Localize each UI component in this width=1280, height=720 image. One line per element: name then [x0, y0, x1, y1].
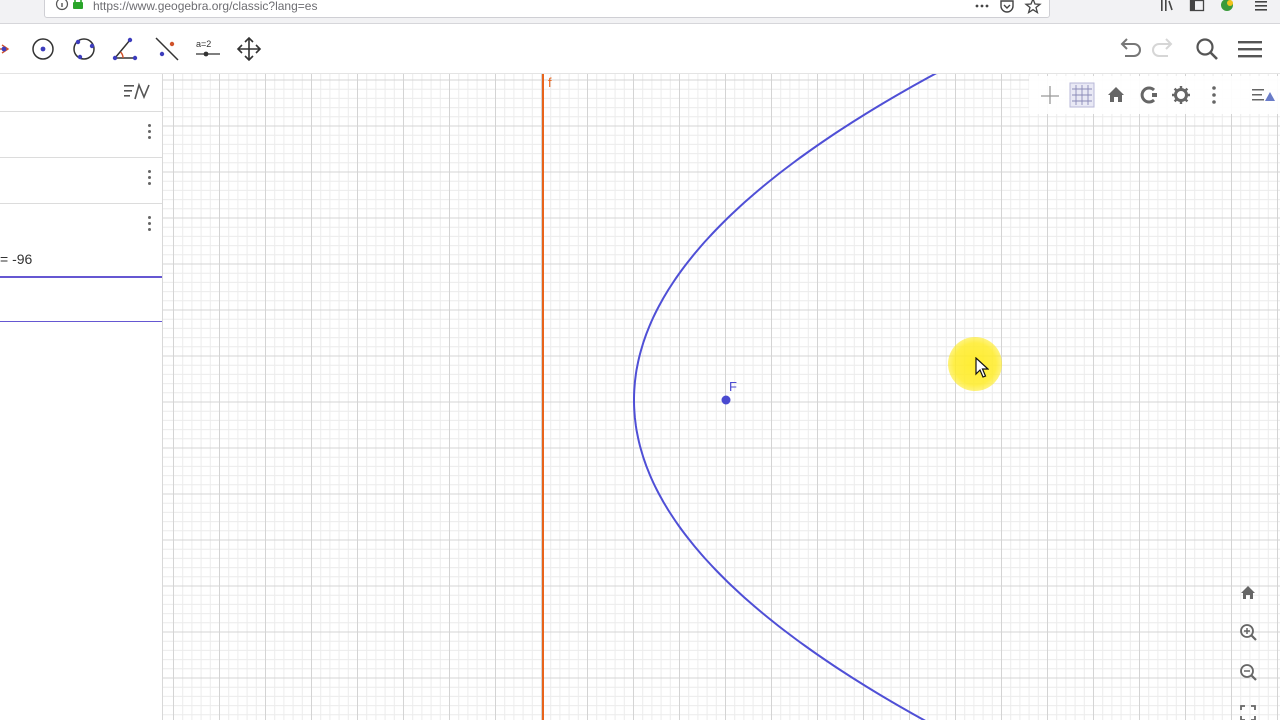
pocket-icon[interactable]	[998, 0, 1016, 14]
algebra-input-bar[interactable]	[0, 321, 162, 322]
circle-center-icon	[32, 38, 54, 60]
graphics-canvas[interactable]: f F	[163, 74, 1280, 720]
fullscreen-button[interactable]	[1235, 700, 1261, 720]
style-bar-toggle-icon	[1252, 89, 1275, 101]
grid-toggle-button[interactable]	[1069, 82, 1095, 108]
zoom-out-button[interactable]	[1235, 660, 1261, 686]
svg-text:a=2: a=2	[196, 39, 211, 49]
home-icon	[1241, 586, 1255, 599]
algebra-input-underline	[0, 276, 162, 278]
gear-icon	[1172, 86, 1190, 104]
axes-toggle-button[interactable]	[1037, 82, 1063, 108]
circle-center-tool-button[interactable]	[26, 32, 60, 66]
style-bar-toggle-button[interactable]	[1249, 82, 1275, 108]
algebra-item-row[interactable]	[0, 112, 162, 158]
search-button[interactable]	[1190, 32, 1224, 66]
grid-toggle-icon	[1069, 82, 1095, 108]
undo-button[interactable]	[1113, 32, 1147, 66]
slider-tool-button[interactable]: a=2	[191, 32, 225, 66]
angle-tool-button[interactable]	[108, 32, 142, 66]
main-menu-button[interactable]	[1233, 32, 1267, 66]
more-options-button[interactable]	[1201, 82, 1227, 108]
url-bar[interactable]: https://www.geogebra.org/classic?lang=es	[44, 0, 1050, 18]
point-tool-icon	[0, 44, 10, 54]
page-actions-icon[interactable]	[973, 0, 991, 16]
standard-view-zoom-button[interactable]	[1235, 580, 1261, 606]
algebra-view: = -96	[0, 74, 163, 720]
browser-menu-icon[interactable]	[1252, 0, 1270, 14]
redo-icon	[1152, 38, 1173, 57]
algebra-item-row[interactable]	[0, 158, 162, 204]
sidebar-icon[interactable]	[1188, 0, 1206, 14]
extension-icon[interactable]	[1218, 0, 1236, 14]
reflect-tool-icon	[155, 37, 179, 61]
focus-point[interactable]	[721, 395, 731, 405]
geogebra-toolbar: a=2	[0, 24, 1280, 74]
circle-three-points-tool-button[interactable]	[67, 32, 101, 66]
menu-icon	[1238, 41, 1262, 58]
slider-tool-icon: a=2	[196, 39, 220, 57]
undo-icon	[1120, 38, 1141, 57]
more-options-icon[interactable]	[146, 124, 152, 144]
algebra-item-value: = -96	[0, 251, 33, 267]
mouse-cursor-icon	[975, 357, 989, 378]
bookmark-star-icon[interactable]	[1024, 0, 1042, 14]
algebra-header	[0, 74, 162, 112]
zoom-in-button[interactable]	[1235, 620, 1261, 646]
angle-tool-icon	[112, 37, 138, 61]
more-options-icon[interactable]	[146, 216, 152, 236]
capture-icon	[1140, 86, 1157, 104]
move-graphics-tool-button[interactable]	[232, 32, 266, 66]
more-icon	[1212, 86, 1216, 104]
graphics-view[interactable]: f F	[163, 74, 1280, 720]
zoom-out-icon	[1240, 664, 1257, 681]
browser-toolbar: https://www.geogebra.org/classic?lang=es	[0, 0, 1280, 24]
lock-icon[interactable]	[69, 0, 87, 12]
settings-button[interactable]	[1168, 82, 1194, 108]
circle-three-points-icon	[73, 38, 95, 60]
fullscreen-icon	[1240, 705, 1256, 720]
reflect-tool-button[interactable]	[150, 32, 184, 66]
algebra-sort-icon[interactable]	[122, 80, 154, 104]
more-options-icon[interactable]	[146, 170, 152, 190]
standard-view-button[interactable]	[1103, 82, 1129, 108]
move-graphics-icon	[236, 36, 262, 62]
capture-button[interactable]	[1135, 82, 1161, 108]
axes-toggle-icon	[1041, 86, 1059, 104]
point-tool-button[interactable]	[0, 32, 16, 66]
search-icon	[1196, 38, 1218, 60]
graphics-style-bar	[1029, 76, 1280, 114]
directrix-label: f	[548, 75, 552, 90]
home-icon	[1108, 87, 1124, 102]
zoom-in-icon	[1240, 624, 1257, 641]
library-icon[interactable]	[1158, 0, 1176, 14]
focus-point-label: F	[729, 379, 737, 394]
grid-minor	[163, 74, 1280, 720]
redo-button[interactable]	[1146, 32, 1180, 66]
url-text: https://www.geogebra.org/classic?lang=es	[93, 0, 318, 13]
